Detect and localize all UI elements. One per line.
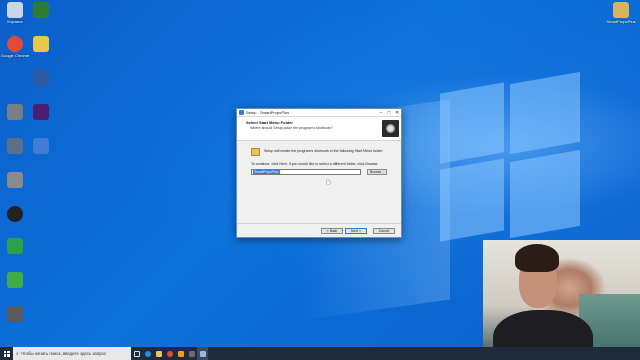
taskbar-explorer[interactable] [153, 347, 164, 360]
browse-button[interactable]: Browse... [367, 169, 387, 175]
setup-dialog: Setup - SmartPropoPlus – □ ✕ Select Star… [236, 108, 402, 238]
taskbar-edge[interactable] [142, 347, 153, 360]
taskbar-app[interactable] [175, 347, 186, 360]
app-shortcut-icon [7, 206, 23, 222]
app-icon [177, 350, 184, 357]
app-shortcut-icon [7, 138, 23, 154]
task-view-icon [133, 350, 140, 357]
folder-input-value: SmartPropoPlus [253, 170, 280, 174]
app-shortcut-icon [33, 36, 49, 52]
app-icon [188, 350, 195, 357]
start-menu-folder-input[interactable]: SmartPropoPlus [251, 169, 361, 175]
minimize-button[interactable]: – [377, 109, 385, 117]
desktop-icon-app[interactable] [0, 238, 30, 255]
app-shortcut-icon [33, 70, 49, 86]
dialog-titlebar[interactable]: Setup - SmartPropoPlus – □ ✕ [237, 109, 401, 117]
desktop-icon-app[interactable] [26, 36, 56, 53]
search-placeholder: Чтобы начать поиск, введите здесь запрос [20, 351, 107, 356]
taskbar-setup[interactable] [197, 347, 208, 360]
webcam-overlay [483, 240, 640, 360]
wallpaper-logo-pane [440, 158, 504, 242]
dialog-footer: < Back Next > Cancel [237, 223, 401, 237]
desktop-icon-label: Google Chrome [0, 53, 30, 58]
edge-icon [144, 350, 151, 357]
search-icon: ⌕ [16, 350, 19, 357]
desktop-icon-app[interactable] [0, 206, 30, 223]
folder-icon [251, 148, 260, 156]
cancel-button[interactable]: Cancel [373, 227, 395, 234]
close-button[interactable]: ✕ [393, 109, 401, 117]
desktop-icon-label: SmartPropoPlus [606, 19, 636, 24]
desktop-icon-app[interactable] [26, 2, 56, 19]
intro-text: Setup will create the program's shortcut… [264, 149, 383, 153]
taskbar-chrome[interactable] [164, 347, 175, 360]
desktop-icon-smartpropoplus[interactable]: SmartPropoPlus [606, 2, 636, 24]
setup-app-icon [239, 110, 244, 115]
dialog-title: Setup - SmartPropoPlus [246, 110, 290, 115]
wallpaper-logo-pane [510, 149, 580, 239]
dialog-body: Setup will create the program's shortcut… [237, 141, 401, 223]
desktop-icon-app[interactable] [0, 306, 30, 323]
page-subtitle: Where should Setup place the program's s… [250, 126, 333, 130]
maximize-button[interactable]: □ [385, 109, 393, 117]
next-button[interactable]: Next > [345, 227, 367, 234]
setup-app-icon [199, 350, 206, 357]
app-shortcut-icon [7, 272, 23, 288]
desktop-icon-app[interactable] [26, 70, 56, 87]
taskbar: ⌕ Чтобы начать поиск, введите здесь запр… [0, 347, 640, 360]
page-title: Select Start Menu Folder [246, 120, 293, 125]
app-shortcut-icon [7, 238, 23, 254]
taskbar-app[interactable] [186, 347, 197, 360]
desktop-icon-premiere[interactable] [26, 104, 56, 121]
start-button[interactable] [0, 347, 13, 360]
folder-icon [155, 350, 162, 357]
recycle-bin-icon [7, 2, 23, 18]
dialog-header: Select Start Menu Folder Where should Se… [237, 117, 401, 141]
windows-logo-icon [3, 350, 10, 357]
app-shortcut-icon [7, 104, 23, 120]
back-button[interactable]: < Back [321, 227, 343, 234]
folder-icon [613, 2, 629, 18]
desktop-icon-app[interactable] [0, 272, 30, 289]
premiere-icon [33, 104, 49, 120]
desktop-icon-app[interactable] [26, 138, 56, 155]
desktop-icon-app[interactable] [0, 172, 30, 189]
chrome-icon [7, 36, 23, 52]
app-shortcut-icon [7, 306, 23, 322]
taskbar-task-view[interactable] [131, 347, 142, 360]
chrome-icon [166, 350, 173, 357]
continue-text: To continue, click Next. If you would li… [251, 162, 379, 166]
wallpaper-logo-pane [440, 82, 504, 164]
wallpaper-logo-pane [510, 71, 580, 155]
taskbar-search[interactable]: ⌕ Чтобы начать поиск, введите здесь запр… [13, 347, 131, 360]
app-shortcut-icon [33, 2, 49, 18]
app-shortcut-icon [33, 138, 49, 154]
webcam-person-hair [515, 244, 559, 272]
wizard-header-image [382, 120, 399, 137]
desktop-icon-label: Корзина [7, 19, 23, 24]
app-shortcut-icon [7, 172, 23, 188]
